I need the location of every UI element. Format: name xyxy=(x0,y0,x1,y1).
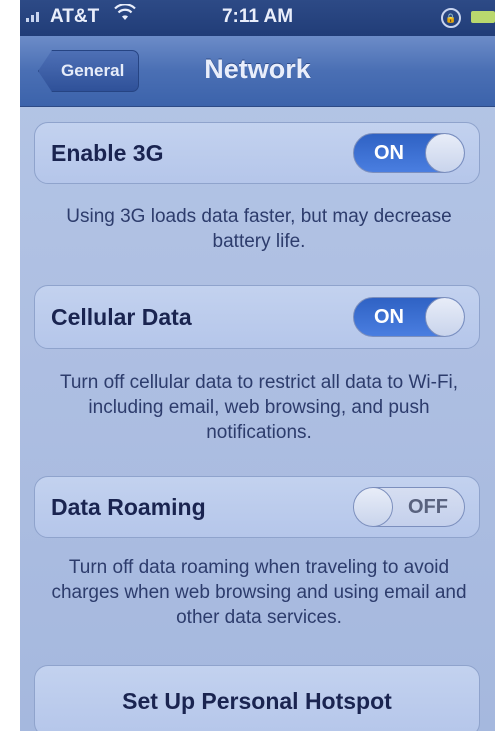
battery-icon xyxy=(471,11,495,23)
toggle-knob xyxy=(354,488,393,526)
page-title: Network xyxy=(204,54,311,84)
toggle-knob xyxy=(425,134,464,172)
phone-screen: AT&T 7:11 AM 🔒 General Network Enable 3G… xyxy=(20,0,495,731)
toggle-state-text: ON xyxy=(374,141,404,164)
enable-3g-footnote: Using 3G loads data faster, but may decr… xyxy=(66,206,452,252)
toggle-state-text: OFF xyxy=(408,495,448,518)
cellular-data-footnote: Turn off cellular data to restrict all d… xyxy=(59,372,459,443)
personal-hotspot-row[interactable]: Set Up Personal Hotspot xyxy=(34,665,480,731)
cellular-data-label: Cellular Data xyxy=(51,303,192,330)
enable-3g-toggle[interactable]: ON xyxy=(353,133,465,173)
personal-hotspot-label: Set Up Personal Hotspot xyxy=(122,687,392,714)
status-bar: AT&T 7:11 AM 🔒 xyxy=(20,0,495,36)
data-roaming-label: Data Roaming xyxy=(51,493,206,520)
navigation-bar: General Network xyxy=(20,36,495,107)
rotation-lock-icon: 🔒 xyxy=(441,8,461,28)
cellular-data-row: Cellular Data ON xyxy=(34,285,480,349)
status-time: 7:11 AM xyxy=(221,6,294,27)
toggle-knob xyxy=(425,298,464,336)
toggle-state-text: ON xyxy=(374,305,404,328)
cellular-data-toggle[interactable]: ON xyxy=(353,297,465,337)
data-roaming-toggle[interactable]: OFF xyxy=(353,487,465,527)
data-roaming-footnote: Turn off data roaming when traveling to … xyxy=(51,557,467,628)
data-roaming-row: Data Roaming OFF xyxy=(34,476,480,538)
enable-3g-row: Enable 3G ON xyxy=(34,122,480,184)
enable-3g-label: Enable 3G xyxy=(51,139,164,166)
